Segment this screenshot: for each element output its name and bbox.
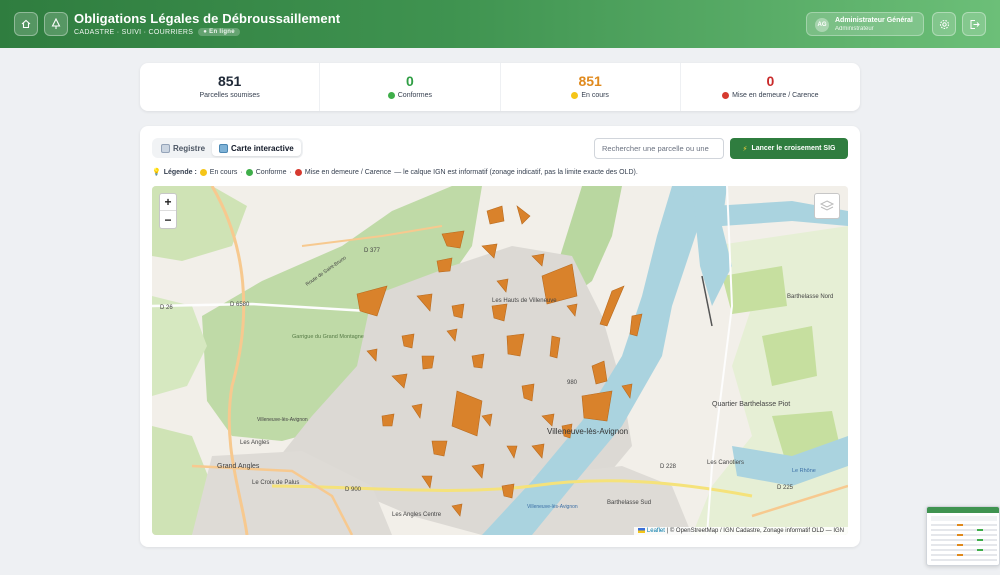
legend-prefix: Légende : (163, 168, 197, 176)
map-label: Les Hauts de Villeneuve (492, 298, 557, 304)
stat-value: 0 (405, 73, 414, 89)
map-label: Les Angles Centre (392, 512, 442, 518)
map-label: D 6580 (230, 302, 250, 308)
stat-value: 851 (217, 73, 242, 89)
stat-mise-en-demeure: 0 Mise en demeure / Carence (681, 63, 860, 111)
lightbulb-icon: 💡 (152, 169, 161, 176)
stats-bar: 851 Parcelles soumises 0 Conformes 851 E… (140, 63, 860, 111)
zoom-out-button[interactable]: − (160, 211, 176, 228)
legend-sep: · (289, 168, 292, 176)
stat-value: 851 (578, 73, 602, 89)
layers-icon (819, 200, 835, 211)
user-menu[interactable]: AG Administrateur Général Administrateur (806, 12, 924, 36)
map-label: Barthelasse Nord (787, 294, 833, 300)
home-button[interactable] (14, 12, 38, 36)
thumbnail-preview (927, 507, 999, 561)
map-label: Le Croix de Palus (252, 480, 299, 486)
gear-icon (939, 19, 949, 29)
leaflet-link[interactable]: Leaflet (647, 528, 665, 534)
legend-conforme: Conforme (255, 168, 287, 176)
subtitle-text: CADASTRE · SUIVI · COURRIERS (74, 28, 194, 36)
user-role: Administrateur (835, 26, 874, 32)
legend-mise-en-demeure: Mise en demeure / Carence (304, 168, 392, 176)
green-dot-icon (387, 92, 395, 99)
avatar: AG (815, 18, 829, 32)
red-dot-icon (294, 168, 302, 176)
stat-label: En cours (581, 92, 609, 99)
logout-button[interactable] (962, 12, 986, 36)
lightning-icon: ⚡ (742, 145, 748, 153)
stat-label-row: Mise en demeure / Carence (681, 92, 860, 99)
map-label: Barthelasse Sud (607, 500, 651, 506)
app-subtitle: CADASTRE · SUIVI · COURRIERS ● En ligne (74, 28, 240, 36)
map-label: Les Angles (240, 440, 269, 446)
view-tabs: Registre Carte interactive (152, 138, 303, 158)
map-label: Le Rhône (792, 468, 816, 474)
stat-conformes: 0 Conformes (320, 63, 501, 111)
yellow-dot-icon (199, 168, 207, 176)
settings-button[interactable] (932, 12, 956, 36)
launch-label: Lancer le croisement SIG (751, 145, 836, 152)
map-attribution: Leaflet | © OpenStreetMap / IGN Cadastre… (634, 526, 848, 535)
stat-label: Conformes (397, 92, 432, 99)
app-logo (44, 12, 68, 36)
zoom-in-button[interactable]: + (160, 194, 176, 211)
layers-button[interactable] (814, 193, 840, 219)
launch-sig-button[interactable]: ⚡ Lancer le croisement SIG (730, 138, 848, 159)
map-label: Villeneuve-lès-Avignon (527, 504, 578, 510)
map-label: Villeneuve-lès-Avignon (257, 417, 308, 423)
green-dot-icon (245, 168, 253, 176)
app-header: Obligations Légales de Débroussaillement… (0, 0, 1000, 48)
map-label: Garrigue du Grand Montagne (292, 334, 364, 340)
red-dot-icon (722, 92, 730, 99)
tab-label: Registre (173, 143, 206, 153)
status-badge: ● En ligne (198, 28, 240, 36)
map-label: 980 (567, 380, 578, 386)
tab-label: Carte interactive (231, 143, 294, 153)
home-icon (21, 19, 31, 29)
map-label: Quartier Barthelasse Piot (712, 401, 790, 408)
stat-label: Parcelles soumises (199, 92, 260, 99)
stat-value: 0 (766, 73, 775, 89)
tab-carte-interactive[interactable]: Carte interactive (212, 140, 301, 156)
map-label: D 228 (660, 464, 677, 470)
app-title: Obligations Légales de Débroussaillement (74, 11, 341, 26)
map-label: D 26 (160, 305, 173, 311)
map-canvas[interactable]: D 377 D 26 D 6580 Route de Saint-Bruno G… (152, 186, 848, 535)
stat-label-row: Conformes (320, 92, 499, 99)
zoom-control: + − (159, 193, 177, 229)
map-label: D 377 (364, 248, 381, 254)
stat-label: Mise en demeure / Carence (732, 92, 819, 99)
interactive-map[interactable]: D 377 D 26 D 6580 Route de Saint-Bruno G… (152, 186, 848, 535)
map-label: Les Canotiers (707, 460, 744, 466)
stat-parcelles: 851 Parcelles soumises (140, 63, 321, 111)
map-panel: Registre Carte interactive ⚡ Lancer le c… (140, 126, 860, 547)
map-icon (219, 143, 229, 153)
stat-en-cours: 851 En cours (501, 63, 681, 111)
map-legend: 💡 Légende : En cours · Conforme · Mise en … (152, 168, 638, 176)
tree-icon (51, 18, 61, 29)
legend-en-cours: En cours (209, 168, 238, 176)
logout-icon (970, 19, 980, 29)
search-input[interactable] (594, 138, 724, 159)
flag-icon (638, 527, 646, 533)
attribution-text: | © OpenStreetMap / IGN Cadastre, Zonage… (666, 528, 844, 534)
status-badge-label: En ligne (209, 29, 235, 35)
map-label: Grand Angles (217, 463, 260, 470)
map-label: Villeneuve-lès-Avignon (547, 427, 628, 436)
legend-sep: · (240, 168, 243, 176)
register-icon (161, 143, 170, 153)
stat-label-row: Parcelles soumises (140, 92, 319, 99)
user-name: Administrateur Général (835, 17, 913, 24)
map-label: D 900 (345, 487, 362, 493)
yellow-dot-icon (571, 92, 579, 99)
tab-registre[interactable]: Registre (154, 140, 212, 156)
legend-note: — le calque IGN est informatif (zonage i… (394, 168, 638, 176)
map-label: D 225 (777, 485, 794, 491)
window-thumbnail[interactable] (926, 506, 1000, 566)
stat-label-row: En cours (501, 92, 680, 99)
